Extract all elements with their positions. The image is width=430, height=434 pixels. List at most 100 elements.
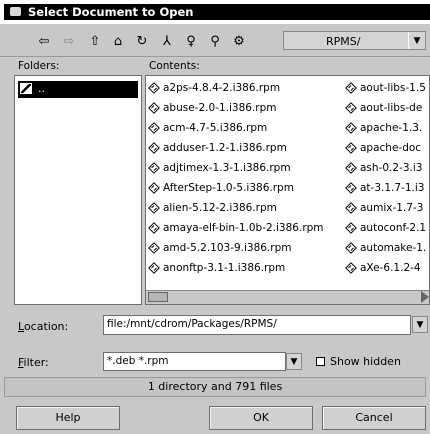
home-icon[interactable]: ⌂ [107, 33, 129, 49]
contents-column-2: aout-libs-1.5 aout-libs-de apache-1.3. apac… [345, 78, 429, 278]
file-name: aumix-1.7-3 [360, 202, 424, 214]
title-bar: Select Document to Open [0, 0, 430, 24]
rpm-file-icon [345, 142, 357, 154]
location-dropdown-button[interactable]: ▼ [412, 316, 428, 333]
file-item[interactable]: apache-1.3. [345, 118, 429, 138]
rpm-file-icon [148, 102, 160, 114]
settings-icon[interactable]: ⚙ [228, 33, 250, 49]
rpm-file-icon [148, 242, 160, 254]
file-item[interactable]: alien-5.12-2.i386.rpm [148, 198, 348, 218]
chevron-down-icon[interactable]: ▼ [408, 32, 425, 49]
file-name: a2ps-4.8.4-2.i386.rpm [163, 82, 281, 94]
file-item[interactable]: automake-1. [345, 238, 429, 258]
file-name: aout-libs-1.5 [360, 82, 426, 94]
filter-dropdown-button[interactable]: ▼ [286, 353, 302, 370]
find-icon[interactable]: ⚲ [204, 33, 226, 49]
toolbar: ⇦ ⇨ ⇧ ⌂ ↻ ⅄ ♀ ⚲ ⚙ RPMS/ ▼ [0, 24, 430, 57]
file-item[interactable]: ash-0.2-3.i3 [345, 158, 429, 178]
folders-label: Folders: [18, 60, 60, 72]
file-item[interactable]: adjtimex-1.3-1.i386.rpm [148, 158, 348, 178]
scroll-right-arrow-icon[interactable] [421, 291, 429, 303]
rpm-file-icon [148, 162, 160, 174]
rpm-file-icon [345, 262, 357, 274]
rpm-file-icon [345, 102, 357, 114]
file-name: amd-5.2.103-9.i386.rpm [163, 242, 292, 254]
rpm-file-icon [345, 162, 357, 174]
file-name: adjtimex-1.3-1.i386.rpm [163, 162, 291, 174]
up-icon[interactable]: ⇧ [84, 33, 106, 49]
horizontal-scrollbar[interactable] [146, 290, 429, 304]
file-name: aout-libs-de [360, 102, 423, 114]
location-label: Location: [18, 320, 69, 333]
contents-label: Contents: [149, 60, 200, 72]
file-name: apache-doc [360, 142, 422, 154]
file-name: apache-1.3. [360, 122, 423, 134]
rpm-file-icon [148, 122, 160, 134]
rpm-file-icon [148, 142, 160, 154]
file-name: automake-1. [360, 242, 427, 254]
file-item[interactable]: AfterStep-1.0-5.i386.rpm [148, 178, 348, 198]
file-item[interactable]: aumix-1.7-3 [345, 198, 429, 218]
hint-icon[interactable]: ♀ [180, 33, 202, 49]
forward-icon[interactable]: ⇨ [58, 33, 80, 49]
file-item[interactable]: anonftp-3.1-1.i386.rpm [148, 258, 348, 278]
new-folder-icon[interactable]: ⅄ [156, 33, 178, 49]
file-name: autoconf-2.1 [360, 222, 427, 234]
file-item[interactable]: amaya-elf-bin-1.0b-2.i386.rpm [148, 218, 348, 238]
rpm-file-icon [345, 82, 357, 94]
file-name: abuse-2.0-1.i386.rpm [163, 102, 277, 114]
title-bar-strip: Select Document to Open [4, 4, 430, 20]
file-item[interactable]: aXe-6.1.2-4 [345, 258, 429, 278]
rpm-file-icon [148, 222, 160, 234]
help-button[interactable]: Help [16, 406, 120, 430]
file-name: ash-0.2-3.i3 [360, 162, 423, 174]
file-item[interactable]: apache-doc [345, 138, 429, 158]
location-input[interactable]: file:/mnt/cdrom/Packages/RPMS/ [103, 315, 411, 335]
file-item[interactable]: abuse-2.0-1.i386.rpm [148, 98, 348, 118]
rpm-file-icon [345, 222, 357, 234]
show-hidden-label: Show hidden [330, 355, 401, 368]
show-hidden-checkbox[interactable] [316, 357, 325, 366]
contents-column-1: a2ps-4.8.4-2.i386.rpm abuse-2.0-1.i386.rp… [148, 78, 348, 278]
file-name: adduser-1.2-1.i386.rpm [163, 142, 287, 154]
folder-icon [20, 83, 32, 94]
path-combo[interactable]: RPMS/ ▼ [283, 31, 426, 50]
file-item[interactable]: a2ps-4.8.4-2.i386.rpm [148, 78, 348, 98]
file-item[interactable]: adduser-1.2-1.i386.rpm [148, 138, 348, 158]
file-name: acm-4.7-5.i386.rpm [163, 122, 268, 134]
folder-item-label: .. [38, 82, 45, 95]
rpm-file-icon [345, 182, 357, 194]
file-name: alien-5.12-2.i386.rpm [163, 202, 277, 214]
cancel-button[interactable]: Cancel [322, 406, 426, 430]
contents-list[interactable]: a2ps-4.8.4-2.i386.rpm abuse-2.0-1.i386.rp… [145, 75, 430, 305]
window-title: Select Document to Open [28, 5, 194, 19]
file-item[interactable]: at-3.1.7-1.i3 [345, 178, 429, 198]
filter-label: Filter: [18, 356, 49, 369]
file-name: AfterStep-1.0-5.i386.rpm [163, 182, 294, 194]
file-item[interactable]: acm-4.7-5.i386.rpm [148, 118, 348, 138]
filter-input[interactable]: *.deb *.rpm [103, 352, 286, 371]
rpm-file-icon [345, 202, 357, 214]
rpm-file-icon [148, 182, 160, 194]
rpm-file-icon [148, 262, 160, 274]
reload-icon[interactable]: ↻ [131, 33, 153, 49]
ok-button[interactable]: OK [209, 406, 313, 430]
window-menu-button[interactable] [10, 7, 21, 16]
rpm-file-icon [345, 242, 357, 254]
folder-item-parent[interactable]: .. [18, 81, 138, 98]
rpm-file-icon [148, 82, 160, 94]
back-icon[interactable]: ⇦ [33, 33, 55, 49]
folders-list[interactable]: .. [14, 75, 142, 305]
rpm-file-icon [345, 122, 357, 134]
file-item[interactable]: amd-5.2.103-9.i386.rpm [148, 238, 348, 258]
file-name: amaya-elf-bin-1.0b-2.i386.rpm [163, 222, 324, 234]
path-text: RPMS/ [326, 35, 361, 48]
file-item[interactable]: aout-libs-1.5 [345, 78, 429, 98]
scroll-thumb[interactable] [148, 292, 168, 302]
rpm-file-icon [148, 202, 160, 214]
file-item[interactable]: autoconf-2.1 [345, 218, 429, 238]
status-bar: 1 directory and 791 files [4, 377, 426, 397]
file-name: at-3.1.7-1.i3 [360, 182, 425, 194]
file-name: anonftp-3.1-1.i386.rpm [163, 262, 286, 274]
file-item[interactable]: aout-libs-de [345, 98, 429, 118]
